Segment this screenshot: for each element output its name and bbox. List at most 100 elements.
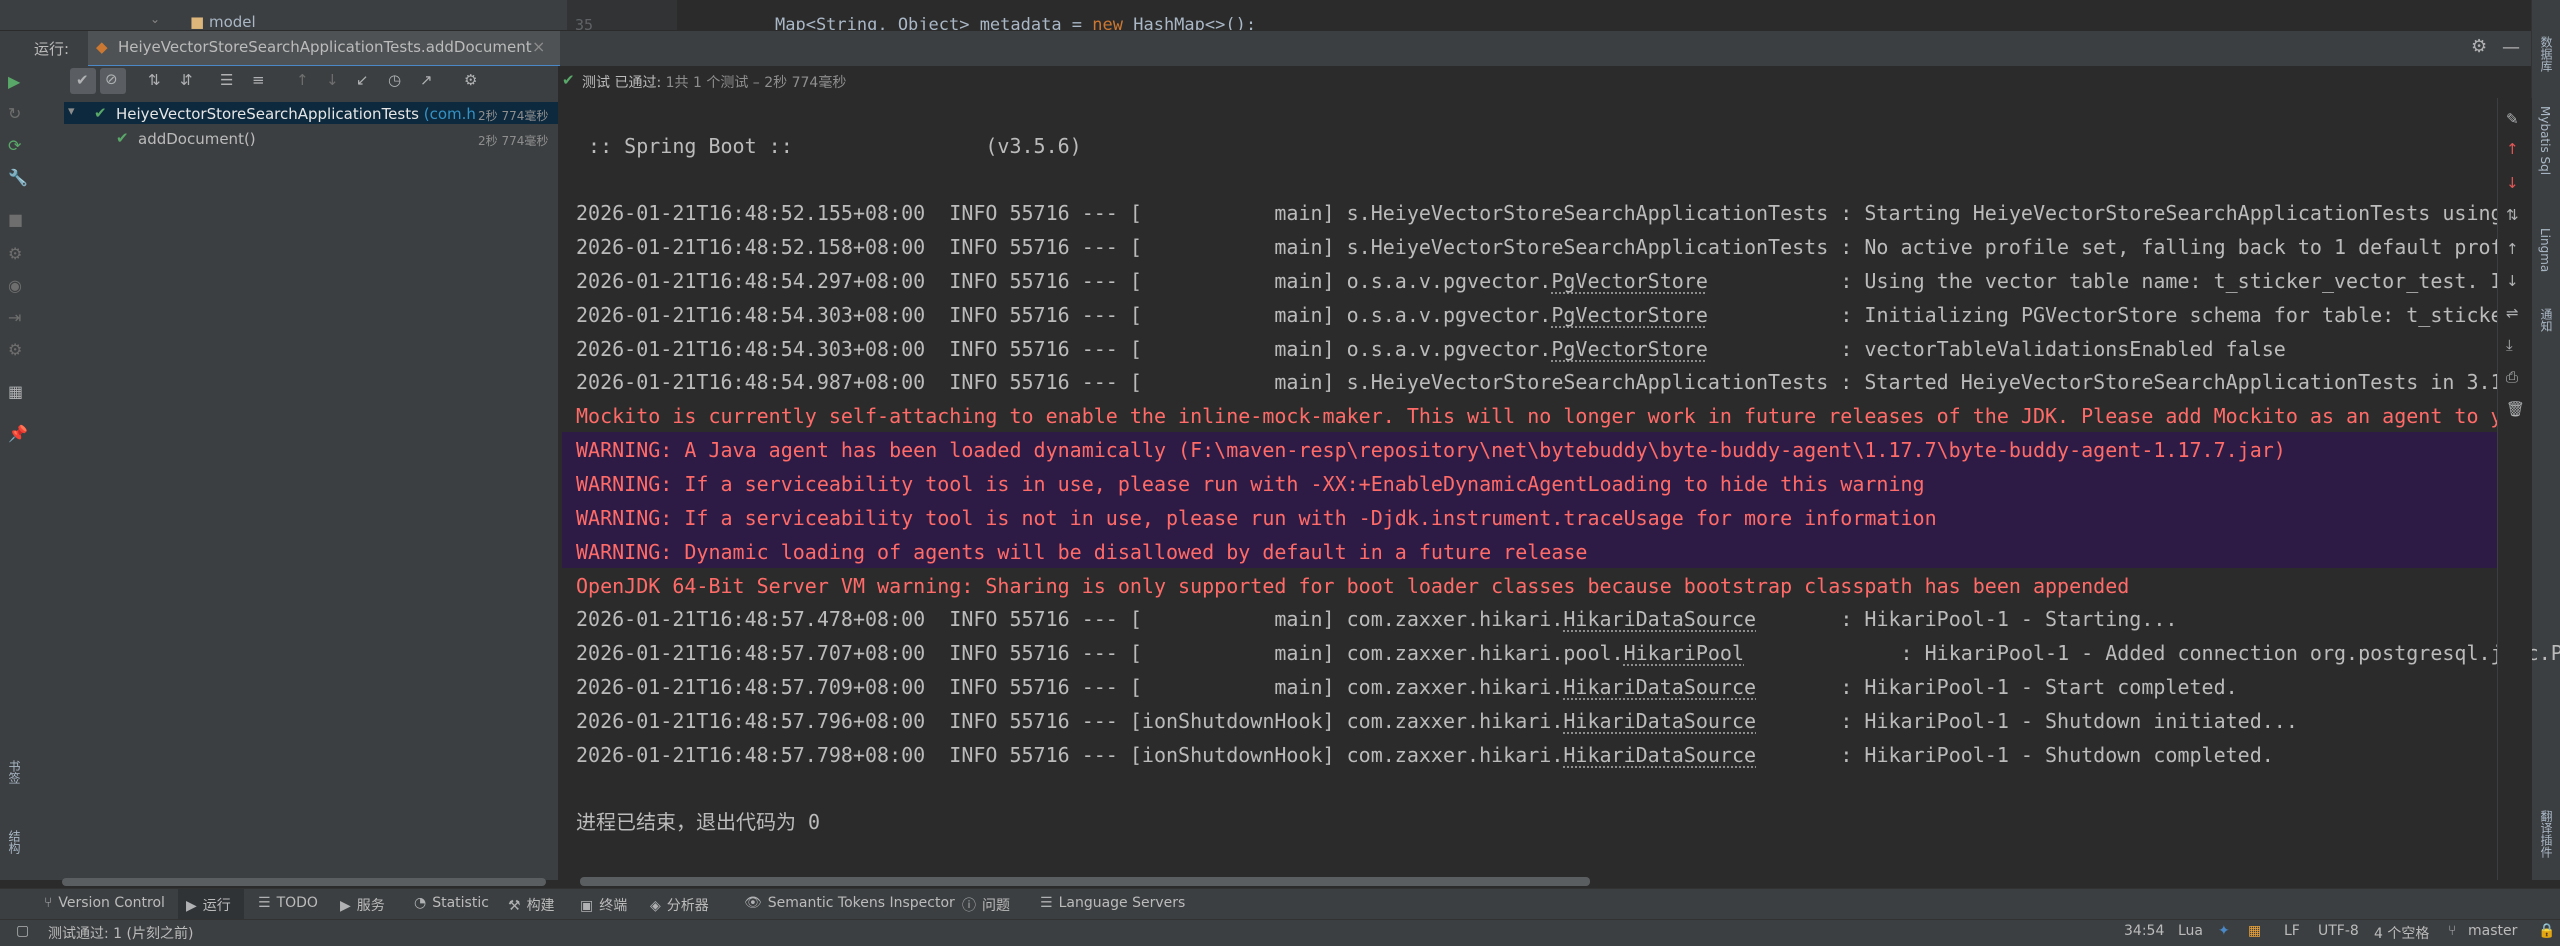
toggle-auto-test-icon[interactable]: ⟳ [8, 136, 21, 155]
tab-version-control[interactable]: ⑂ Version Control [44, 895, 165, 911]
translate-tool-button[interactable]: 翻译插件 [2538, 810, 2555, 858]
windows-icon[interactable]: ▦ [2248, 923, 2261, 939]
trash-icon[interactable]: 🗑 [2506, 400, 2525, 418]
scroll-to-end-icon[interactable]: ⤓ [2506, 336, 2513, 354]
scroll-up-icon[interactable]: ↑ [2506, 240, 2519, 258]
next-test-icon[interactable]: ↓ [326, 71, 339, 89]
tree-horizontal-scrollbar[interactable] [62, 878, 546, 886]
previous-test-icon[interactable]: ↑ [296, 71, 309, 89]
pin-icon[interactable]: 📌 [8, 424, 28, 443]
collapse-all-icon[interactable]: ≡ [252, 71, 265, 89]
rerun-icon[interactable]: ▶ [8, 72, 20, 91]
sort-alpha-icon[interactable]: ⇅ [148, 71, 161, 89]
test-status-text: 测试 已通过: 1共 1 个测试 – 2秒 774毫秒 [582, 75, 847, 91]
soft-wrap-icon[interactable]: ⇌ [2506, 304, 2519, 322]
test-method-name[interactable]: addDocument() [138, 130, 256, 148]
console-line: :: Spring Boot :: (v3.5.6) [576, 134, 1082, 158]
scroll-down-icon[interactable]: ↓ [2506, 272, 2519, 290]
console-error-line: OpenJDK 64-Bit Server VM warning: Sharin… [576, 574, 2130, 598]
console-line: 2026-01-21T16:48:54.987+08:00 INFO 55716… [576, 370, 2503, 394]
tab-terminal[interactable]: ▣ 终端 [580, 895, 627, 915]
console-line: 2026-01-21T16:48:57.798+08:00 INFO 55716… [576, 743, 2274, 767]
console-line: 2026-01-21T16:48:57.707+08:00 INFO 55716… [576, 641, 2560, 665]
minimize-icon[interactable]: — [2502, 37, 2520, 58]
tab-run[interactable]: ▶ 运行 [186, 895, 231, 915]
console-error-line: WARNING: If a serviceability tool is not… [576, 506, 1937, 530]
lock-icon[interactable]: 🔒 [2538, 923, 2555, 939]
mybatis-sql-tool-button[interactable]: Mybatis Sql [2538, 106, 2552, 175]
export-icon[interactable]: ⇥ [8, 308, 21, 327]
sort-icon[interactable]: ⇅ [2506, 206, 2519, 224]
pass-check-icon: ✔ [94, 104, 107, 122]
database-tool-button[interactable]: 数据库 [2538, 36, 2555, 72]
layout-icon[interactable]: ▦ [8, 382, 23, 401]
language-indicator[interactable]: Lua [2178, 923, 2203, 939]
history-icon[interactable]: ◷ [388, 71, 401, 89]
structure-tool-button[interactable]: 结构 [6, 830, 23, 854]
tab-semantic-tokens-inspector[interactable]: 👁 Semantic Tokens Inspector [744, 895, 955, 911]
notifications-tool-button[interactable]: 通知 [2538, 308, 2555, 332]
import-tests-icon[interactable]: ↙ [356, 71, 369, 89]
project-tree-item-model[interactable]: ■ model [150, 13, 256, 31]
check-icon: ✔ [76, 71, 89, 89]
test-config-icon: ◆ [96, 38, 108, 56]
console-line: 2026-01-21T16:48:57.478+08:00 INFO 55716… [576, 607, 2178, 631]
caret-position[interactable]: 34:54 [2124, 923, 2164, 939]
expand-all-icon[interactable]: ☰ [220, 71, 233, 89]
console-line: 2026-01-21T16:48:54.303+08:00 INFO 55716… [576, 337, 2286, 361]
console-error-line: WARNING: A Java agent has been loaded dy… [576, 438, 2286, 462]
close-icon[interactable]: × [532, 37, 545, 56]
file-encoding[interactable]: UTF-8 [2318, 923, 2359, 939]
list-icon: ☰ [258, 895, 271, 911]
tab-problems[interactable]: ⓘ 问题 [962, 895, 1010, 915]
console-line: 2026-01-21T16:48:52.158+08:00 INFO 55716… [576, 235, 2503, 259]
console-horizontal-scrollbar[interactable] [580, 877, 1590, 886]
status-message[interactable]: 测试通过: 1 (片刻之前) [48, 923, 193, 943]
settings-gear-icon[interactable]: ⚙ [464, 71, 477, 89]
print-icon[interactable]: ⎙ [2506, 368, 2518, 386]
console-error-line: WARNING: If a serviceability tool is in … [576, 472, 1925, 496]
run-tab-label: HeiyeVectorStoreSearchApplicationTests.a… [118, 38, 532, 56]
tree-item-label: model [208, 13, 256, 31]
camera-icon[interactable]: ◉ [8, 276, 22, 295]
plugin-icon[interactable]: ✦ [2218, 923, 2230, 939]
console-line: 2026-01-21T16:48:54.297+08:00 INFO 55716… [576, 269, 2503, 293]
gear-icon[interactable]: ⚙ [2471, 36, 2487, 57]
down-arrow-icon[interactable]: ↓ [2506, 174, 2519, 192]
lingma-tool-button[interactable]: Lingma [2538, 228, 2552, 272]
status-bar [0, 919, 2560, 946]
wrench-icon[interactable]: 🔧 [8, 168, 28, 187]
tab-todo[interactable]: ☰ TODO [258, 895, 318, 911]
hammer-icon: ⚒ [508, 898, 521, 914]
indent-setting[interactable]: 4 个空格 [2374, 923, 2429, 943]
line-separator[interactable]: LF [2284, 923, 2300, 939]
tab-profiler[interactable]: ◈ 分析器 [650, 895, 709, 915]
up-arrow-icon[interactable]: ↑ [2506, 140, 2519, 158]
stop-icon[interactable]: ■ [8, 210, 23, 229]
rerun-failed-icon[interactable]: ↻ [8, 104, 21, 123]
tab-statistic[interactable]: ◔ Statistic [414, 895, 489, 911]
chevron-down-icon[interactable]: ▾ [68, 104, 75, 119]
export-results-icon[interactable]: ↗ [420, 71, 433, 89]
eye-icon: 👁 [744, 895, 762, 911]
ignored-icon: ⊘ [105, 70, 118, 88]
console-line: 2026-01-21T16:48:52.155+08:00 INFO 55716… [576, 201, 2503, 225]
test-tree-panel [30, 66, 558, 880]
pass-check-icon: ✔ [116, 129, 129, 147]
settings-icon[interactable]: ⚙ [8, 340, 22, 359]
profiler-icon: ◈ [650, 898, 661, 914]
console-line: 2026-01-21T16:48:57.796+08:00 INFO 55716… [576, 709, 2298, 733]
run-window-label: 运行: [34, 40, 70, 58]
tab-services[interactable]: ▶ 服务 [340, 895, 385, 915]
bookmarks-tool-button[interactable]: 书签 [6, 760, 23, 784]
test-class-name: HeiyeVectorStoreSearchApplicationTests (… [116, 105, 476, 123]
edit-icon[interactable]: ✎ [2506, 110, 2519, 128]
console-line: 2026-01-21T16:48:54.303+08:00 INFO 55716… [576, 303, 2503, 327]
tab-build[interactable]: ⚒ 构建 [508, 895, 555, 915]
test-class-duration: 2秒 774毫秒 [478, 109, 549, 123]
window-icon[interactable]: ▢ [16, 923, 29, 939]
tab-language-servers[interactable]: ☰ Language Servers [1040, 895, 1185, 911]
dump-threads-icon[interactable]: ⚙ [8, 244, 22, 263]
sort-duration-icon[interactable]: ⇵ [180, 71, 193, 89]
git-branch[interactable]: master [2468, 923, 2517, 939]
